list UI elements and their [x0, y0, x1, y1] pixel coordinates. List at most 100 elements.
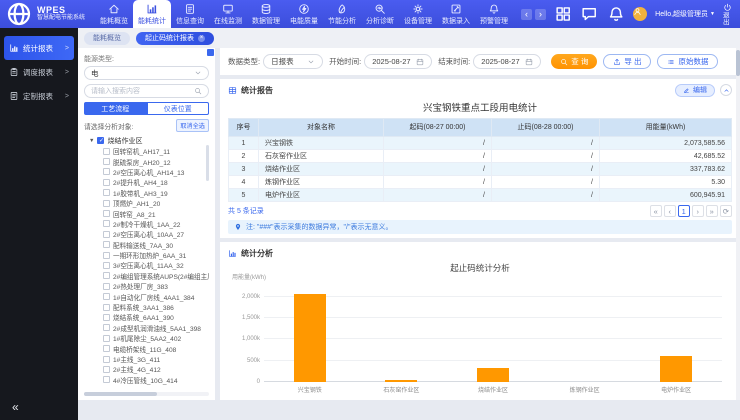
nav-item-diag[interactable]: 分析诊断: [361, 0, 399, 28]
tree-node[interactable]: 回转窑_A8_21: [103, 208, 209, 218]
checkbox-unchecked[interactable]: [103, 241, 110, 248]
checkbox-unchecked[interactable]: [103, 262, 110, 269]
checkbox-unchecked[interactable]: [103, 231, 110, 238]
checkbox-unchecked[interactable]: [103, 148, 110, 155]
close-icon[interactable]: ×: [198, 35, 205, 42]
tree-node[interactable]: 回转窑机_AH17_11: [103, 146, 209, 156]
nav-item-monitor[interactable]: 在线监测: [209, 0, 247, 28]
tree-horizontal-scrollbar[interactable]: [84, 392, 209, 396]
checkbox-unchecked[interactable]: [103, 345, 110, 352]
checkbox-unchecked[interactable]: [103, 314, 110, 321]
nav-item-stats[interactable]: 能耗统计: [133, 0, 171, 28]
end-date-input[interactable]: 2025-08-27: [473, 54, 541, 69]
menu-scroll-right-icon[interactable]: ›: [535, 9, 546, 20]
tab-meter-location[interactable]: 仪表位置: [147, 102, 210, 115]
start-date-input[interactable]: 2025-08-27: [364, 54, 432, 69]
tree-node[interactable]: 1#胶带机_AH3_19: [103, 188, 209, 198]
tree-node[interactable]: 2#主线_4G_412: [103, 364, 209, 374]
next-page-button[interactable]: ›: [692, 205, 704, 217]
checkbox-unchecked[interactable]: [103, 210, 110, 217]
prev-page-button[interactable]: ‹: [664, 205, 676, 217]
tree-root-node[interactable]: ▼烧结作业区: [89, 135, 209, 146]
table-cell: 5: [229, 189, 259, 202]
page-scrollbar[interactable]: [736, 48, 740, 400]
sidebar-item-chart[interactable]: 统计报表>: [4, 36, 74, 60]
tree-node[interactable]: 电缆桥架线_11G_408: [103, 343, 209, 353]
tree-node[interactable]: 2#成型机润滑油线_5AA1_398: [103, 323, 209, 333]
tree-node[interactable]: 配料系统_3AA1_386: [103, 302, 209, 312]
checkbox-unchecked[interactable]: [103, 366, 110, 373]
nav-item-quality[interactable]: 电能质量: [285, 0, 323, 28]
tree-node[interactable]: 2#空压离心机_10AA_27: [103, 229, 209, 239]
section-collapse-button[interactable]: [720, 84, 732, 96]
nav-item-info[interactable]: 信息查询: [171, 0, 209, 28]
tree-node[interactable]: 一期环形加热炉_6AA_31: [103, 250, 209, 260]
tree-search-input[interactable]: 请输入搜索内容: [84, 84, 209, 98]
tree-node[interactable]: 2#制冷干燥机_1AA_22: [103, 219, 209, 229]
refresh-button[interactable]: ⟳: [720, 205, 732, 217]
tab-overview[interactable]: 能耗概览: [84, 32, 130, 45]
first-page-button[interactable]: «: [650, 205, 662, 217]
edit-report-button[interactable]: 编辑: [675, 84, 715, 97]
cancel-select-all-button[interactable]: 取消全选: [176, 119, 209, 132]
tree-node[interactable]: 2#空压离心机_AH14_13: [103, 167, 209, 177]
messages-icon[interactable]: [580, 0, 598, 28]
checkbox-unchecked[interactable]: [103, 283, 110, 290]
page-scrollbar-thumb[interactable]: [736, 50, 740, 76]
tab-process-flow[interactable]: 工艺流程: [84, 102, 147, 115]
nav-item-home[interactable]: 能耗概览: [95, 0, 133, 28]
tree-node[interactable]: 顶燃炉_AH1_20: [103, 198, 209, 208]
nav-item-entry[interactable]: 数据录入: [437, 0, 475, 28]
tree-node[interactable]: 1#机尾除尘_5AA2_402: [103, 333, 209, 343]
sidebar-collapse-button[interactable]: «: [12, 400, 19, 414]
checkbox-unchecked[interactable]: [103, 189, 110, 196]
energy-type-select[interactable]: 电: [84, 66, 209, 80]
notifications-bell-icon[interactable]: [607, 0, 625, 28]
checkbox-unchecked[interactable]: [103, 335, 110, 342]
tree-node[interactable]: 3#空压离心机_11AA_32: [103, 260, 209, 270]
logout-button[interactable]: 退出: [723, 3, 732, 26]
apps-grid-icon[interactable]: [554, 0, 572, 28]
tree-node[interactable]: 1#主线_3G_411: [103, 354, 209, 364]
checkbox-unchecked[interactable]: [103, 220, 110, 227]
checkbox-unchecked[interactable]: [103, 376, 110, 383]
tree-node[interactable]: 配料输送线_7AA_30: [103, 240, 209, 250]
export-button[interactable]: 导 出: [603, 54, 651, 69]
checkbox-unchecked[interactable]: [103, 293, 110, 300]
tab-report-active[interactable]: 起止码统计报表 ×: [136, 32, 214, 45]
tree-vertical-scrollbar[interactable]: [206, 145, 209, 181]
tree-node[interactable]: 2#热处理厂房_383: [103, 281, 209, 291]
nav-item-energy[interactable]: 节能分析: [323, 0, 361, 28]
tree-node[interactable]: 1#自动化厂房线_4AA1_384: [103, 291, 209, 301]
tree-node[interactable]: 2#提升机_AH4_18: [103, 177, 209, 187]
query-button[interactable]: 查 询: [551, 54, 597, 69]
checkbox-unchecked[interactable]: [103, 179, 110, 186]
checkbox-unchecked[interactable]: [103, 158, 110, 165]
sidebar-item-doc[interactable]: 定制报表>: [4, 84, 74, 108]
tree-node[interactable]: 2#编组管理系统AUPS(2#编组主厂房: [103, 271, 209, 281]
menu-scroll-left-icon[interactable]: ‹: [521, 9, 532, 20]
checkbox-unchecked[interactable]: [103, 272, 110, 279]
checkbox-unchecked[interactable]: [103, 252, 110, 259]
data-type-select[interactable]: 日报表: [263, 54, 323, 69]
tree-node[interactable]: 脱硫泵房_AH20_12: [103, 156, 209, 166]
nav-item-device[interactable]: 设备管理: [399, 0, 437, 28]
sidebar-item-clipboard[interactable]: 调度报表>: [4, 60, 74, 84]
checkbox-unchecked[interactable]: [103, 304, 110, 311]
nav-item-database[interactable]: 数据管理: [247, 0, 285, 28]
nav-item-alert[interactable]: 预警管理: [475, 0, 513, 28]
raw-data-button[interactable]: 原始数据: [657, 54, 718, 69]
checkbox-unchecked[interactable]: [103, 356, 110, 363]
checkbox-unchecked[interactable]: [103, 168, 110, 175]
caret-down-icon[interactable]: ▼: [89, 138, 94, 144]
user-avatar[interactable]: [633, 7, 647, 21]
tree-node[interactable]: 烧结系统_6AA1_390: [103, 312, 209, 322]
checkbox-unchecked[interactable]: [103, 200, 110, 207]
current-page-button[interactable]: 1: [678, 205, 690, 217]
user-greeting[interactable]: Hello,超级管理员 ▼: [655, 9, 715, 19]
tree-node[interactable]: 4#冷压管线_10G_414: [103, 375, 209, 385]
last-page-button[interactable]: »: [706, 205, 718, 217]
checkbox-unchecked[interactable]: [103, 324, 110, 331]
checkbox-checked[interactable]: [97, 137, 104, 144]
tree-panel-collapse-button[interactable]: [207, 49, 214, 56]
